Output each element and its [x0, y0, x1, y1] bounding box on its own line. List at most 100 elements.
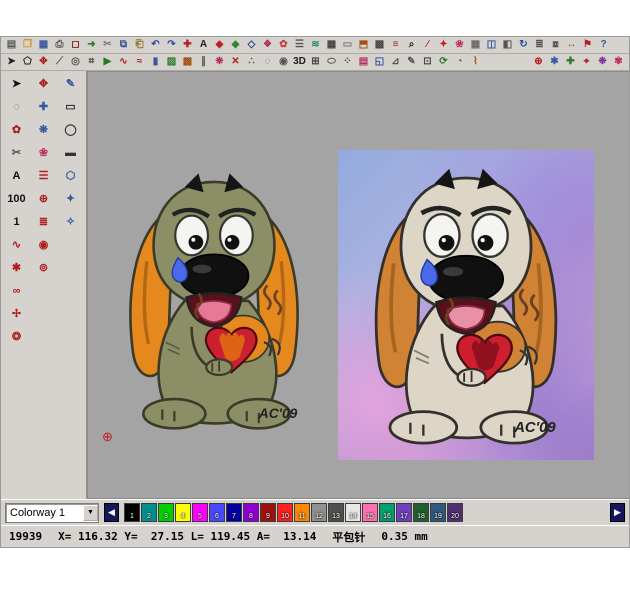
copy-icon[interactable]: ⧉: [116, 38, 131, 53]
palette-chip[interactable]: 10: [277, 503, 293, 522]
palette-chip[interactable]: 8: [243, 503, 259, 522]
pencil-tool[interactable]: ✎: [58, 75, 83, 94]
sparkle-tool[interactable]: ✧: [58, 213, 83, 232]
zoom-box-icon[interactable]: ⌗: [84, 55, 99, 70]
plus-icon[interactable]: ✚: [563, 55, 578, 70]
palette-chip[interactable]: 12: [311, 503, 327, 522]
polygon-select-icon[interactable]: ⬠: [20, 55, 35, 70]
palette-chip[interactable]: 9: [260, 503, 276, 522]
palette-chip[interactable]: 14: [345, 503, 361, 522]
dot-tool[interactable]: ◉: [31, 236, 56, 255]
group-icon[interactable]: ⧈: [548, 38, 563, 53]
palette-chip[interactable]: 5: [192, 503, 208, 522]
snowflake-tool[interactable]: ❋: [31, 121, 56, 140]
tatami-fill-icon[interactable]: ▨: [164, 55, 179, 70]
mesh-icon[interactable]: ▦: [468, 38, 483, 53]
pattern-icon[interactable]: ▩: [372, 38, 387, 53]
cut-icon[interactable]: ✂: [100, 38, 115, 53]
redo-icon[interactable]: ↷: [164, 38, 179, 53]
run-stitch-icon[interactable]: ∿: [116, 55, 131, 70]
rosette-tool[interactable]: ❂: [4, 328, 29, 347]
asterisk-icon[interactable]: ✱: [547, 55, 562, 70]
slow-redraw-icon[interactable]: ◔: [452, 55, 467, 70]
reshape-tool[interactable]: ✥: [31, 75, 56, 94]
undo-icon[interactable]: ↶: [148, 38, 163, 53]
lettering-tool[interactable]: A: [4, 167, 29, 186]
overview-icon[interactable]: ⊡: [420, 55, 435, 70]
contour-icon[interactable]: ◌: [260, 55, 275, 70]
palette-chip[interactable]: 19: [430, 503, 446, 522]
hoop-view-icon[interactable]: ◎: [68, 55, 83, 70]
open-design-icon[interactable]: ❐: [20, 38, 35, 53]
outline-icon[interactable]: ◇: [244, 38, 259, 53]
layout-icon[interactable]: ◫: [484, 38, 499, 53]
palette-chip[interactable]: 20: [447, 503, 463, 522]
ruler-icon[interactable]: ▭: [340, 38, 355, 53]
connectors-icon[interactable]: ⌇: [468, 55, 483, 70]
fill-red-icon[interactable]: ◆: [212, 38, 227, 53]
stitch-list-icon[interactable]: ≡: [388, 38, 403, 53]
lasso-tool[interactable]: ◌: [4, 98, 29, 117]
palette-chip[interactable]: 13: [328, 503, 344, 522]
target-tool[interactable]: ⊕: [31, 190, 56, 209]
overlap-icon[interactable]: ⬒: [356, 38, 371, 53]
palette-chip[interactable]: 11: [294, 503, 310, 522]
burst-tool[interactable]: ✱: [4, 259, 29, 278]
palette-scroll-right-button[interactable]: ▶: [610, 503, 625, 522]
flower-tool[interactable]: ✿: [4, 121, 29, 140]
fill-green-icon[interactable]: ◆: [228, 38, 243, 53]
select-icon[interactable]: ➤: [4, 55, 19, 70]
rows-tool[interactable]: ≣: [31, 213, 56, 232]
paste-icon[interactable]: ⎗: [132, 38, 147, 53]
show-grid-icon[interactable]: ⊞: [308, 55, 323, 70]
triangle-icon[interactable]: ⊿: [388, 55, 403, 70]
grid-icon[interactable]: ▦: [324, 38, 339, 53]
ellipse-tool[interactable]: ◯: [58, 121, 83, 140]
palette-chip[interactable]: 1: [124, 503, 140, 522]
select-tool[interactable]: ➤: [4, 75, 29, 94]
print-icon[interactable]: ⎙: [52, 38, 67, 53]
list-tool[interactable]: ☰: [31, 167, 56, 186]
single-stitch-tool[interactable]: 1: [4, 213, 29, 232]
ring-tool[interactable]: ⊚: [31, 259, 56, 278]
palette-chip[interactable]: 18: [413, 503, 429, 522]
stitch-player-icon[interactable]: ▶: [100, 55, 115, 70]
align-icon[interactable]: ≣: [532, 38, 547, 53]
palette-chip[interactable]: 6: [209, 503, 225, 522]
embroidery-design[interactable]: [102, 142, 326, 458]
node-edit-tool[interactable]: ✚: [31, 98, 56, 117]
color-wheel-icon[interactable]: ✿: [276, 38, 291, 53]
rosette-icon[interactable]: ✾: [611, 55, 626, 70]
column-icon[interactable]: ∥: [196, 55, 211, 70]
write-to-machine-icon[interactable]: ➜: [84, 38, 99, 53]
applique-icon[interactable]: ❖: [260, 38, 275, 53]
density-icon[interactable]: ≋: [308, 38, 323, 53]
insert-icon[interactable]: ✚: [180, 38, 195, 53]
palette-scroll-left-button[interactable]: ◀: [104, 503, 119, 522]
hoop-icon[interactable]: ◻: [68, 38, 83, 53]
star-tool[interactable]: ✦: [58, 190, 83, 209]
spiral-icon[interactable]: ◉: [276, 55, 291, 70]
palette-chip[interactable]: 4: [175, 503, 191, 522]
background-icon[interactable]: ◱: [372, 55, 387, 70]
new-design-icon[interactable]: ▤: [4, 38, 19, 53]
palette-chip[interactable]: 2: [141, 503, 157, 522]
show-hoop-icon[interactable]: ⬭: [324, 55, 339, 70]
design-canvas[interactable]: ⊕: [87, 71, 629, 499]
satin-icon[interactable]: ▮: [148, 55, 163, 70]
show-stitches-icon[interactable]: ⁘: [340, 55, 355, 70]
hex-tool[interactable]: ⬡: [58, 167, 83, 186]
motif-icon[interactable]: ❋: [212, 55, 227, 70]
measure-icon[interactable]: ⟋: [52, 55, 67, 70]
flower-icon[interactable]: ❀: [452, 38, 467, 53]
lettering-icon[interactable]: A: [196, 38, 211, 53]
star-icon[interactable]: ✦: [436, 38, 451, 53]
cross-stitch-tool[interactable]: ✢: [4, 305, 29, 324]
refresh-icon[interactable]: ⟳: [436, 55, 451, 70]
colorway-select[interactable]: Colorway 1 ▼: [5, 503, 99, 523]
save-design-icon[interactable]: ▦: [36, 38, 51, 53]
slash-icon[interactable]: ∕: [420, 38, 435, 53]
colorway-dropdown-arrow-icon[interactable]: ▼: [83, 505, 98, 521]
palette-chip[interactable]: 7: [226, 503, 242, 522]
scale-100-tool[interactable]: 100: [4, 190, 29, 209]
